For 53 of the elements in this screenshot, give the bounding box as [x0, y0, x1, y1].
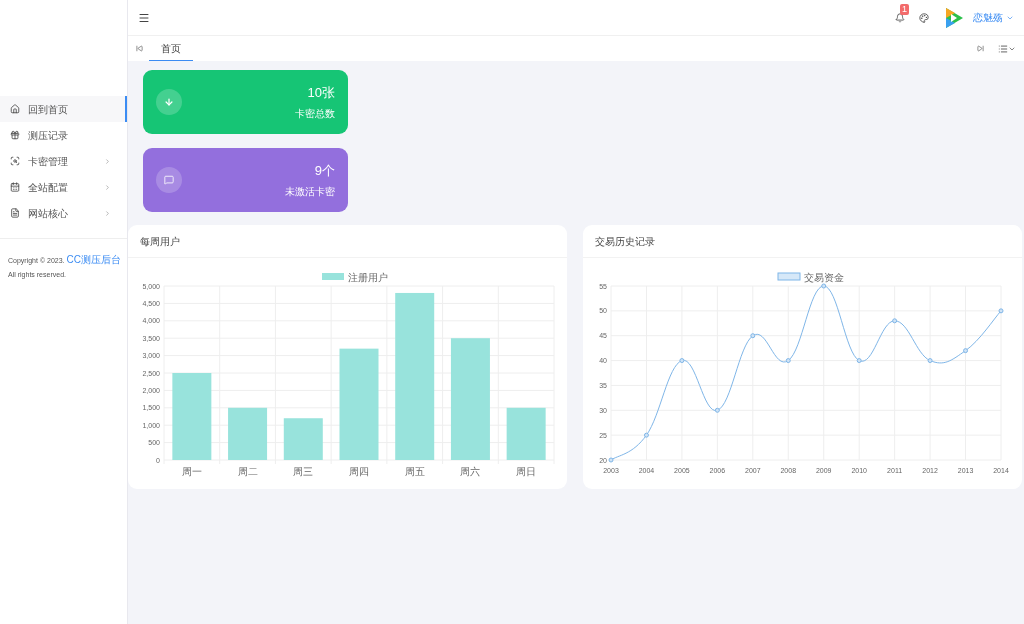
stat-value: 10张 — [307, 84, 335, 103]
user-menu[interactable]: 恋魅殇 — [973, 10, 1014, 25]
card-title: 每周用户 — [140, 234, 180, 249]
data-point — [963, 348, 969, 354]
data-point — [785, 358, 791, 364]
x-tick-label: 周一 — [181, 466, 202, 477]
bar — [283, 418, 323, 460]
sidebar-item[interactable]: 网站核心 — [0, 200, 127, 226]
stat-value: 9个 — [314, 162, 335, 181]
stat-icon — [156, 89, 182, 115]
legend-swatch — [322, 273, 344, 280]
data-point — [927, 358, 933, 364]
tab[interactable]: 首页 — [149, 36, 193, 61]
legend-label: 交易资金 — [804, 272, 844, 283]
palette-icon[interactable] — [919, 12, 929, 23]
x-tick-label: 周五 — [404, 466, 425, 477]
x-tick-label: 周四 — [349, 466, 369, 477]
sidebar-item[interactable]: 测压记录 — [0, 122, 127, 148]
chevron-icon — [104, 209, 111, 217]
scroll-left-icon[interactable] — [136, 45, 143, 52]
stat-label: 卡密总数 — [295, 106, 335, 121]
chevron-icon — [104, 183, 111, 191]
x-tick-label: 周六 — [460, 466, 481, 477]
avatar-icon[interactable] — [943, 5, 965, 30]
card-title: 交易历史记录 — [595, 234, 655, 249]
scroll-right-icon[interactable] — [977, 45, 984, 52]
chevron-icon — [104, 157, 111, 165]
notification-badge: 1 — [900, 3, 909, 15]
legend-label: 注册用户 — [348, 272, 388, 283]
sidebar-item[interactable]: 卡密管理 — [0, 148, 127, 174]
stat-icon — [156, 167, 182, 193]
footer-link[interactable]: CC测压后台 — [66, 254, 121, 265]
legend-swatch — [777, 272, 801, 281]
data-point — [714, 407, 720, 413]
x-tick-label: 周日 — [516, 466, 537, 477]
data-point — [679, 358, 685, 364]
tab-options-button[interactable] — [998, 43, 1016, 54]
data-point — [608, 457, 614, 463]
sidebar-item[interactable]: 回到首页 — [0, 96, 127, 122]
data-point — [998, 308, 1004, 314]
list-icon — [998, 43, 1008, 54]
stat-label: 未激活卡密 — [285, 184, 335, 199]
data-point — [821, 283, 827, 289]
notification-icon[interactable] — [895, 12, 905, 23]
sidebar-item[interactable]: 全站配置 — [0, 174, 127, 200]
data-point — [892, 318, 898, 324]
x-tick-label: 周二 — [237, 466, 258, 477]
data-point — [856, 358, 862, 364]
x-tick-label: 周三 — [293, 466, 314, 477]
data-point — [750, 333, 756, 339]
data-point — [643, 432, 649, 438]
bar — [506, 407, 546, 460]
bar — [228, 407, 268, 460]
